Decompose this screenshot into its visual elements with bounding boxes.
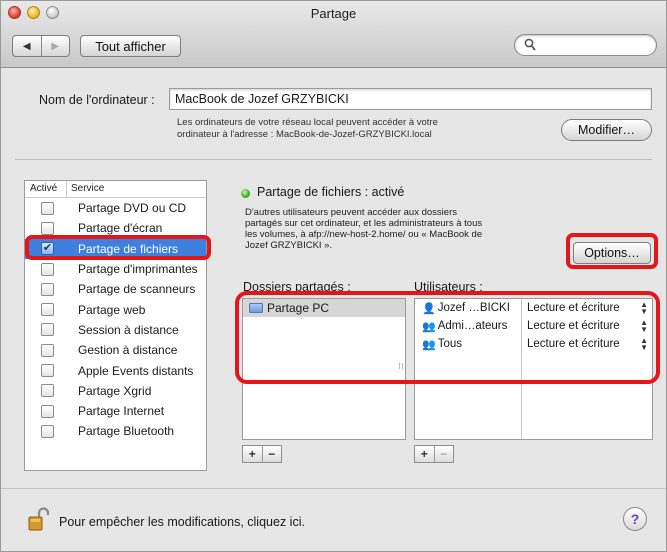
- edit-computer-name-button[interactable]: Modifier…: [561, 119, 652, 141]
- list-item[interactable]: Gestion à distance: [25, 340, 206, 360]
- service-description-line: les volumes, à afp://new-host-2.home/ ou…: [245, 229, 483, 240]
- list-item[interactable]: Apple Events distants: [25, 360, 206, 380]
- service-label: Partage Xgrid: [78, 383, 152, 398]
- annotation-highlight-options: [566, 233, 658, 269]
- service-checkbox[interactable]: [41, 384, 54, 398]
- service-label: Partage web: [78, 302, 146, 317]
- service-checkbox[interactable]: [41, 262, 54, 276]
- remove-user-button[interactable]: −: [435, 446, 454, 462]
- column-header-service[interactable]: Service: [67, 181, 104, 197]
- list-item[interactable]: Partage d'imprimantes: [25, 259, 206, 279]
- column-header-active[interactable]: Activé: [25, 181, 67, 197]
- computer-name-description: Les ordinateurs de votre réseau local pe…: [177, 117, 537, 141]
- list-item[interactable]: Partage Bluetooth: [25, 421, 206, 441]
- list-item[interactable]: Session à distance: [25, 320, 206, 340]
- remove-folder-button[interactable]: −: [263, 446, 282, 462]
- service-label: Gestion à distance: [78, 343, 178, 358]
- title-bar: Partage ◀ ▶ Tout afficher: [1, 1, 666, 68]
- help-button[interactable]: ?: [623, 507, 647, 531]
- annotation-highlight-shared-lists: [235, 291, 660, 384]
- search-icon: [524, 38, 536, 51]
- search-field[interactable]: [514, 34, 657, 56]
- computer-name-description-line: Les ordinateurs de votre réseau local pe…: [177, 117, 438, 128]
- computer-name-field[interactable]: MacBook de Jozef GRZYBICKI: [169, 88, 652, 110]
- users-add-remove: + −: [414, 445, 454, 463]
- lock-message[interactable]: Pour empêcher les modifications, cliquez…: [59, 515, 305, 529]
- service-checkbox[interactable]: [41, 343, 54, 357]
- service-description-line: Jozef GRZYBICKI ».: [245, 240, 333, 251]
- service-description: D'autres utilisateurs peuvent accéder au…: [245, 207, 557, 251]
- service-label: Session à distance: [78, 322, 179, 337]
- service-label: Partage DVD ou CD: [78, 201, 187, 216]
- service-label: Partage de scanneurs: [78, 282, 196, 297]
- service-checkbox[interactable]: [41, 282, 54, 296]
- service-checkbox[interactable]: [41, 424, 54, 438]
- service-status: Partage de fichiers : activé: [257, 185, 405, 199]
- service-checkbox[interactable]: [41, 323, 54, 337]
- service-label: Partage d'écran: [78, 221, 163, 236]
- back-forward-control: ◀ ▶: [12, 35, 70, 57]
- service-checkbox[interactable]: [41, 404, 54, 418]
- service-label: Partage Bluetooth: [78, 424, 175, 439]
- status-indicator-icon: [241, 189, 250, 198]
- service-label: Apple Events distants: [78, 363, 194, 378]
- service-checkbox[interactable]: [41, 303, 54, 317]
- computer-name-description-line: ordinateur à l'adresse : MacBook-de-Joze…: [177, 129, 432, 140]
- list-item[interactable]: Partage DVD ou CD: [25, 198, 206, 218]
- services-list-header: Activé Service: [25, 181, 206, 198]
- add-folder-button[interactable]: +: [243, 446, 263, 462]
- add-user-button[interactable]: +: [415, 446, 435, 462]
- service-label: Partage Internet: [78, 404, 165, 419]
- service-description-line: D'autres utilisateurs peuvent accéder au…: [245, 207, 457, 218]
- services-list: Activé Service Partage DVD ou CD Partage …: [24, 180, 207, 471]
- service-description-line: partagés sur cet ordinateur, et les admi…: [245, 218, 483, 229]
- list-item[interactable]: Partage de scanneurs: [25, 279, 206, 299]
- service-checkbox[interactable]: [41, 364, 54, 378]
- sharing-window: Partage ◀ ▶ Tout afficher Nom de l'ordin…: [0, 0, 667, 552]
- service-label: Partage d'imprimantes: [78, 262, 198, 277]
- divider: [1, 488, 666, 489]
- annotation-highlight-file-sharing: [25, 235, 211, 260]
- lock-open-icon[interactable]: [28, 507, 50, 531]
- show-all-button[interactable]: Tout afficher: [80, 35, 181, 57]
- list-item[interactable]: Partage web: [25, 299, 206, 319]
- forward-arrow-icon[interactable]: ▶: [42, 36, 70, 56]
- computer-name-label: Nom de l'ordinateur :: [39, 93, 155, 107]
- list-item[interactable]: Partage Xgrid: [25, 381, 206, 401]
- folders-add-remove: + −: [242, 445, 282, 463]
- back-arrow-icon[interactable]: ◀: [13, 36, 42, 56]
- service-checkbox[interactable]: [41, 221, 54, 235]
- service-checkbox[interactable]: [41, 201, 54, 215]
- list-item[interactable]: Partage Internet: [25, 401, 206, 421]
- window-title: Partage: [310, 6, 357, 21]
- divider: [15, 159, 652, 160]
